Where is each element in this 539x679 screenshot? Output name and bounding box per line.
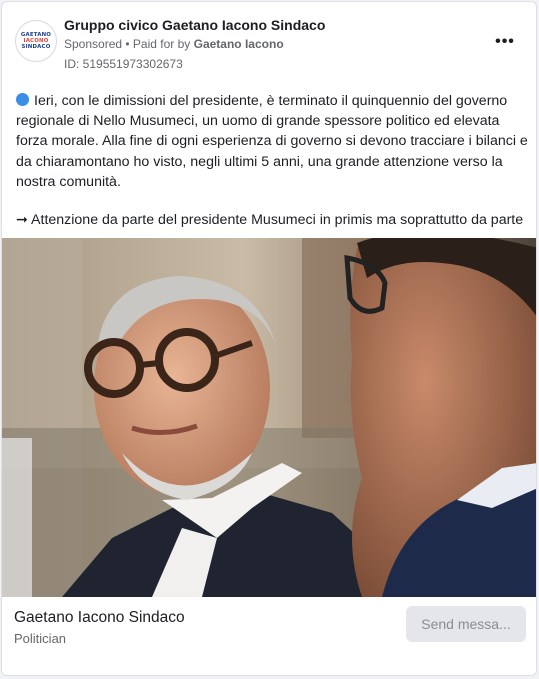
footer-page-title[interactable]: Gaetano Iacono Sindaco bbox=[14, 609, 185, 627]
ad-card: GAETANO IACONO SINDACO Gruppo civico Gae… bbox=[1, 1, 537, 676]
ad-id: ID: 519551973302673 bbox=[64, 57, 183, 71]
more-options-icon[interactable]: ••• bbox=[492, 32, 518, 52]
page-name-link[interactable]: Gruppo civico Gaetano Iacono Sindaco bbox=[64, 17, 325, 33]
ad-image[interactable] bbox=[2, 238, 536, 597]
paid-for-prefix: Paid for by bbox=[132, 37, 194, 51]
ad-footer: Gaetano Iacono Sindaco Politician Send m… bbox=[2, 597, 536, 675]
separator-dot: • bbox=[122, 37, 133, 51]
send-message-button[interactable]: Send messa... bbox=[406, 606, 526, 642]
sponsor-line: Sponsored • Paid for by Gaetano Iacono bbox=[64, 37, 284, 51]
paid-for-name: Gaetano Iacono bbox=[193, 37, 284, 51]
avatar-logo-line-3: SINDACO bbox=[21, 44, 51, 50]
blue-circle-icon bbox=[16, 93, 29, 106]
post-paragraph-1-text: Ieri, con le dimissioni del presidente, … bbox=[16, 93, 528, 190]
page-avatar[interactable]: GAETANO IACONO SINDACO bbox=[15, 20, 57, 62]
post-paragraph-2: ➞ Attenzione da parte del presidente Mus… bbox=[16, 212, 524, 229]
sponsored-label: Sponsored bbox=[64, 37, 123, 51]
ad-header: GAETANO IACONO SINDACO Gruppo civico Gae… bbox=[2, 2, 536, 80]
ad-photo-illustration bbox=[2, 238, 536, 597]
post-text: Ieri, con le dimissioni del presidente, … bbox=[16, 91, 528, 230]
post-paragraph-1: Ieri, con le dimissioni del presidente, … bbox=[16, 91, 528, 192]
footer-page-category: Politician bbox=[14, 631, 67, 646]
